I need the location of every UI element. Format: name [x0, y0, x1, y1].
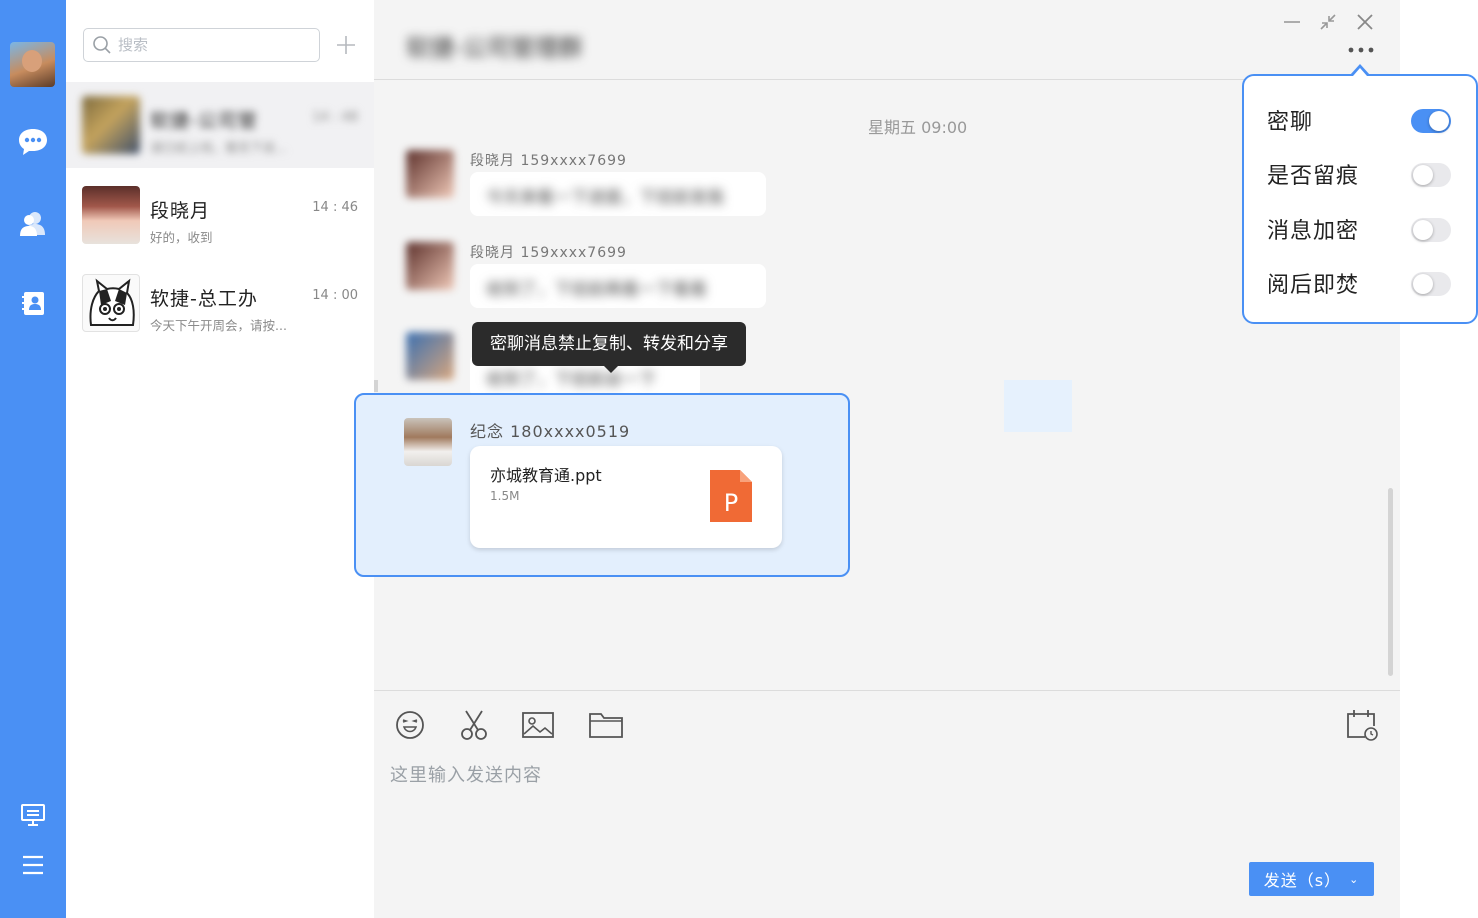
secret-chat-toggle[interactable] [1411, 109, 1451, 133]
history-button[interactable] [1344, 707, 1380, 743]
message-avatar [406, 242, 454, 290]
file-size: 1.5M [490, 489, 520, 503]
search-icon [93, 36, 111, 54]
file-icon-letter: P [724, 489, 738, 517]
chat-header: 软捷-公司管理群 [374, 0, 1400, 80]
conversation-preview: 请已经上线，看完下说... [150, 140, 287, 155]
burn-after-reading-toggle[interactable] [1411, 272, 1451, 296]
menu-item-label: 消息加密 [1267, 219, 1360, 244]
menu-item-label: 密聊 [1267, 110, 1314, 135]
collapse-arrows-icon [1320, 14, 1336, 30]
scissors-icon [461, 710, 487, 740]
image-icon [522, 712, 554, 738]
conversation-avatar [82, 96, 140, 154]
more-dots-icon [1348, 47, 1374, 53]
menu-item-encryption: 消息加密 [1244, 205, 1476, 249]
contacts-nav-button[interactable] [14, 204, 52, 242]
message-text: 收到了，下班前再看一下看看 [486, 280, 707, 300]
ppt-file-icon: P [710, 470, 752, 522]
message-avatar [406, 150, 454, 198]
conversation-time: 14 : 00 [312, 288, 358, 303]
screenshot-button[interactable] [456, 707, 492, 743]
send-options-chevron-icon[interactable]: ⌄ [1349, 873, 1359, 886]
minimize-button[interactable] [1280, 10, 1304, 34]
more-options-button[interactable] [1344, 40, 1378, 60]
menu-item-label: 阅后即焚 [1267, 273, 1360, 298]
conversation-avatar [82, 186, 140, 244]
user-avatar[interactable] [10, 42, 55, 87]
conversation-item[interactable]: 段晓月 14 : 46 好的，收到 [66, 172, 374, 258]
conversation-preview: 今天下午开周会，请按... [150, 318, 287, 333]
left-rail [0, 0, 66, 918]
conversation-time: 14 : 48 [312, 110, 358, 125]
trace-toggle[interactable] [1411, 163, 1451, 187]
monitor-icon [21, 804, 45, 826]
message-bubble[interactable]: 今天来看一下进度，下班前发我 [470, 172, 766, 216]
conversation-name: 软捷-公司管 [150, 110, 258, 132]
menu-item-label: 是否留痕 [1267, 164, 1360, 189]
menu-item-burn-after-reading: 阅后即焚 [1244, 259, 1476, 303]
left-scroll-marker [374, 380, 378, 392]
secret-chat-settings-menu: 密聊 是否留痕 消息加密 阅后即焚 [1242, 74, 1478, 324]
send-label: 发送（s） [1263, 871, 1342, 890]
conversation-item[interactable]: 软捷-公司管 14 : 48 请已经上线，看完下说... [66, 82, 374, 168]
encryption-toggle[interactable] [1411, 218, 1451, 242]
file-name: 亦城教育通.ppt [490, 466, 602, 485]
screen-nav-button[interactable] [14, 796, 52, 834]
send-button[interactable]: 发送（s） ⌄ [1249, 862, 1374, 896]
conversation-name: 软捷-总工办 [150, 288, 258, 310]
search-box[interactable] [83, 28, 320, 62]
address-book-icon [22, 292, 44, 315]
conversation-preview: 好的，收到 [150, 230, 213, 245]
message-composer: 发送（s） ⌄ [374, 690, 1400, 918]
close-icon [1357, 14, 1373, 30]
menu-nav-button[interactable] [14, 846, 52, 884]
message-text: 今天来看一下进度，下班前发我 [486, 188, 724, 208]
contacts-icon [20, 212, 45, 236]
selection-highlight [1004, 380, 1072, 432]
app-window: 软捷-公司管 14 : 48 请已经上线，看完下说... 段晓月 14 : 46… [0, 0, 1478, 918]
image-button[interactable] [520, 707, 556, 743]
date-stamp: 星期五 09:00 [868, 118, 968, 137]
chat-nav-button[interactable] [14, 123, 52, 161]
message-sender: 段晓月 159xxxx7699 [470, 245, 627, 261]
message-input[interactable] [390, 761, 1370, 841]
restore-button[interactable] [1316, 10, 1340, 34]
menu-item-secret-chat: 密聊 [1244, 96, 1476, 140]
file-attachment-card[interactable]: 亦城教育通.ppt 1.5M P [470, 446, 782, 548]
settings-menu-arrow-inner [1353, 68, 1367, 76]
address-book-nav-button[interactable] [14, 284, 52, 322]
emoji-icon [396, 711, 424, 739]
conversation-item[interactable]: 软捷-总工办 14 : 00 今天下午开周会，请按... [66, 260, 374, 346]
calendar-clock-icon [1347, 710, 1378, 741]
minimize-icon [1284, 21, 1300, 23]
message-avatar [406, 332, 454, 380]
chat-bubble-icon [19, 129, 47, 155]
folder-icon [589, 713, 623, 738]
file-button[interactable] [588, 707, 624, 743]
message-sender: 纪念 180xxxx0519 [470, 422, 631, 441]
emoji-button[interactable] [392, 707, 428, 743]
menu-item-trace: 是否留痕 [1244, 150, 1476, 194]
conversation-name: 段晓月 [150, 200, 211, 222]
secret-chat-tooltip: 密聊消息禁止复制、转发和分享 [472, 322, 746, 373]
message-sender: 段晓月 159xxxx7699 [470, 153, 627, 169]
hamburger-menu-icon [23, 855, 43, 875]
conversation-list-panel: 软捷-公司管 14 : 48 请已经上线，看完下说... 段晓月 14 : 46… [66, 0, 374, 918]
chat-title: 软捷-公司管理群 [406, 34, 583, 62]
conversation-avatar [82, 274, 140, 332]
conversation-time: 14 : 46 [312, 200, 358, 215]
add-icon[interactable] [334, 33, 358, 57]
cat-cartoon-icon [89, 278, 135, 326]
close-button[interactable] [1353, 10, 1377, 34]
search-input[interactable] [118, 36, 308, 54]
message-scrollbar[interactable] [1388, 488, 1393, 676]
message-bubble[interactable]: 收到了，下班前再看一下看看 [470, 264, 766, 308]
message-avatar [404, 418, 452, 466]
